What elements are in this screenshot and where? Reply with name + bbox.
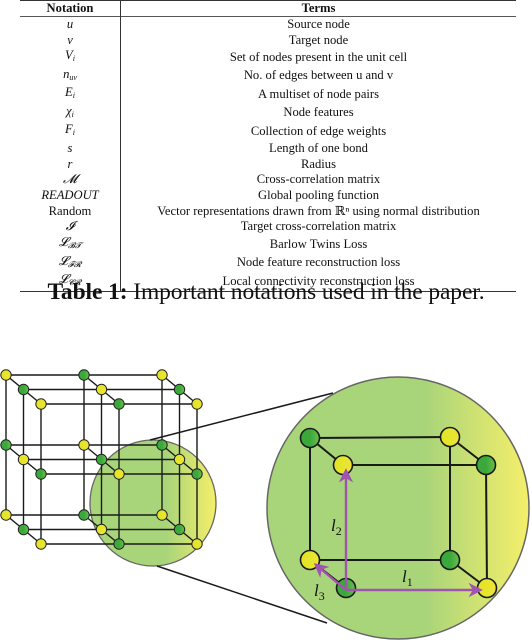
notation-cell: Vi xyxy=(20,48,121,67)
table-row: χi Node features xyxy=(20,103,516,123)
notation-cell: v xyxy=(20,32,121,49)
yellow-node-large xyxy=(439,426,461,448)
term-cell: No. of edges between u and v xyxy=(243,68,394,83)
term-cell: Set of nodes present in the unit cell xyxy=(229,49,408,64)
magnified-unit-cell: l2l1l3 xyxy=(266,376,530,640)
yellow-node xyxy=(0,369,12,381)
caption-text: Important notations used in the paper. xyxy=(127,279,485,305)
yellow-node-large xyxy=(332,454,354,476)
table-caption: Table 1: Important notations used in the… xyxy=(0,279,532,306)
term-cell: Barlow Twins Loss xyxy=(269,236,368,251)
notation-cell: 𝓜 xyxy=(20,172,121,188)
notation-cell: Fi xyxy=(20,122,121,141)
yellow-node xyxy=(156,509,168,521)
yellow-node xyxy=(173,453,186,466)
yellow-node xyxy=(78,439,90,451)
green-node-large xyxy=(475,454,497,476)
term-cell: Global pooling function xyxy=(257,188,380,203)
table-row: s Length of one bond xyxy=(20,140,516,157)
notation-cell: 𝓘 xyxy=(20,219,121,235)
table-row: u Source node xyxy=(20,16,516,33)
notation-cell: r xyxy=(20,156,121,173)
yellow-node xyxy=(95,383,108,396)
notation-cell: 𝓛𝓑𝓣 xyxy=(20,235,121,254)
green-node xyxy=(191,468,203,480)
green-node xyxy=(17,383,30,396)
notation-cell: READOUT xyxy=(20,187,121,204)
table-header-row: Notation Terms xyxy=(20,0,516,17)
notation-cell: χi xyxy=(20,103,121,123)
yellow-node-large xyxy=(476,577,498,599)
green-node xyxy=(173,383,186,396)
table-row: 𝓜 Cross-correlation matrix xyxy=(20,172,516,188)
unit-cell-edge xyxy=(485,464,488,589)
yellow-node xyxy=(35,538,47,550)
table-row: Fi Collection of edge weights xyxy=(20,122,516,141)
yellow-node xyxy=(95,523,108,536)
table-row: Ei A multiset of node pairs xyxy=(20,85,516,104)
green-node xyxy=(113,538,125,550)
term-cell: Collection of edge weights xyxy=(250,123,387,138)
notation-cell: Random xyxy=(20,203,121,220)
green-node xyxy=(35,468,47,480)
yellow-node xyxy=(113,468,125,480)
green-node xyxy=(95,453,108,466)
header-terms: Terms xyxy=(301,1,336,15)
green-node xyxy=(0,439,12,451)
yellow-node xyxy=(0,509,12,521)
term-cell: Length of one bond xyxy=(269,140,368,155)
term-cell: Target node xyxy=(288,32,349,47)
yellow-node xyxy=(191,538,203,550)
term-cell: Source node xyxy=(287,17,350,32)
notation-table-container: Notation Terms u Source node v Target node V… xyxy=(20,0,516,292)
green-node xyxy=(78,369,90,381)
term-cell: A multiset of node pairs xyxy=(257,86,380,101)
green-node-large xyxy=(439,549,461,571)
notation-cell: u xyxy=(20,16,121,33)
table-row: 𝓛𝓕𝓡 Node feature reconstruction loss xyxy=(20,253,516,272)
green-node-large xyxy=(299,427,321,449)
header-notation: Notation xyxy=(20,0,121,17)
caption-label: Table 1: xyxy=(47,279,128,305)
table-row: READOUT Global pooling function xyxy=(20,187,516,204)
table-row: Random Vector representations drawn from … xyxy=(20,203,516,220)
yellow-node xyxy=(35,398,47,410)
green-node xyxy=(17,523,30,536)
term-cell: Cross-correlation matrix xyxy=(256,172,381,187)
term-cell: Node feature reconstruction loss xyxy=(236,255,401,269)
yellow-node xyxy=(156,369,168,381)
term-cell: Vector representations drawn from ℝⁿ usi… xyxy=(157,203,480,218)
notation-cell: Ei xyxy=(20,85,121,104)
yellow-node xyxy=(17,453,30,466)
table-row: r Radius xyxy=(20,156,516,173)
notation-table: Notation Terms u Source node v Target node V… xyxy=(20,0,516,292)
term-cell: Node features xyxy=(283,105,354,120)
table-row: 𝓛𝓑𝓣 Barlow Twins Loss xyxy=(20,235,516,254)
notation-cell: s xyxy=(20,140,121,157)
table-row: v Target node xyxy=(20,32,516,49)
notation-cell: 𝓛𝓕𝓡 xyxy=(20,253,121,272)
green-node xyxy=(173,523,186,536)
unit-cell-edge xyxy=(309,436,451,439)
green-node xyxy=(156,439,168,451)
table-row: 𝓘 Target cross-correlation matrix xyxy=(20,219,516,235)
lattice-figure: l2l1l3 xyxy=(0,369,530,640)
notation-cell: nuv xyxy=(20,66,121,86)
green-node xyxy=(78,509,90,521)
table-row: nuv No. of edges between u and v xyxy=(20,66,516,86)
green-node xyxy=(113,398,125,410)
table-row: Vi Set of nodes present in the unit cell xyxy=(20,48,516,67)
yellow-node xyxy=(191,398,203,410)
large-lens-circle xyxy=(266,376,530,640)
term-cell: Target cross-correlation matrix xyxy=(240,219,397,234)
term-cell: Radius xyxy=(301,156,336,171)
